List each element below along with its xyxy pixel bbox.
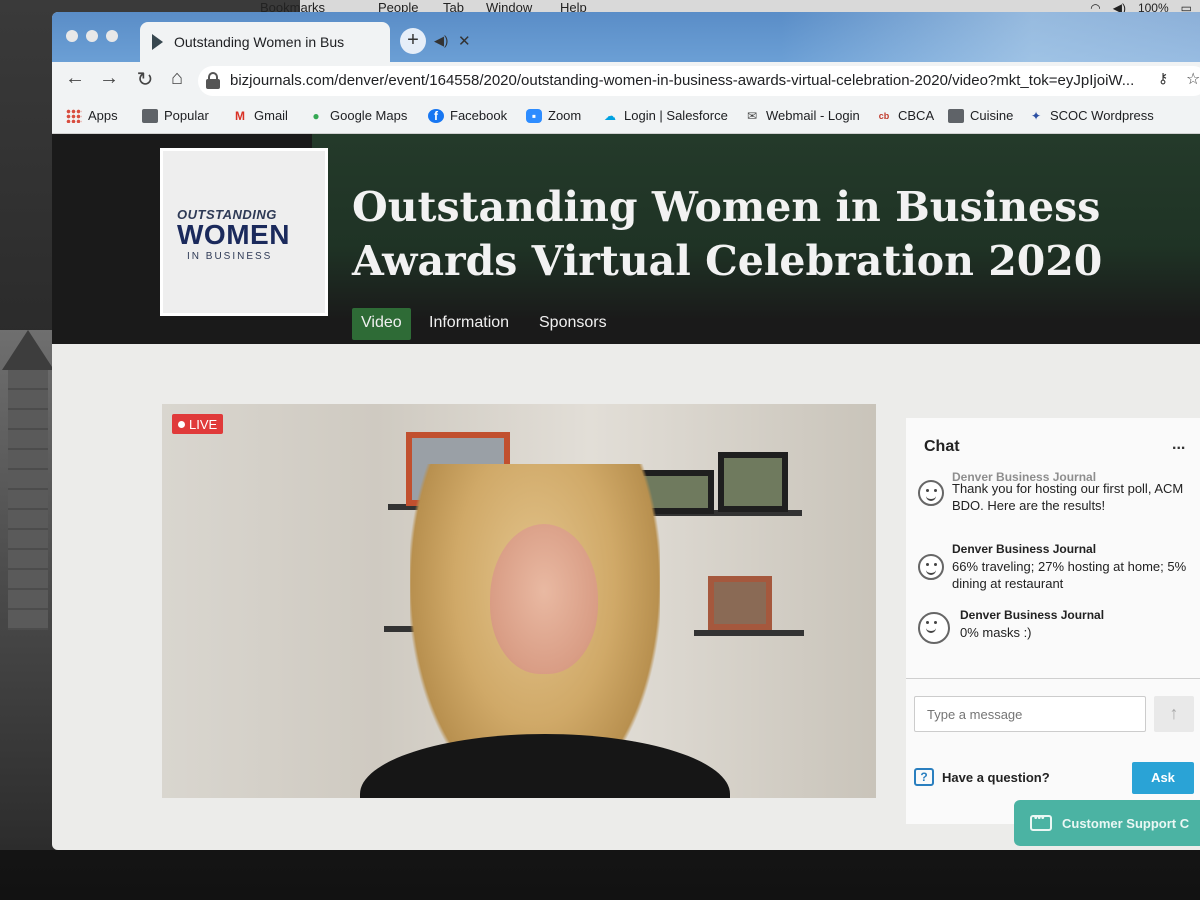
- bookmark-zoom[interactable]: ▪ Zoom: [526, 108, 581, 123]
- salesforce-cloud-icon: ☁: [604, 108, 616, 123]
- live-dot-icon: [178, 420, 185, 428]
- zoom-icon: ▪: [526, 108, 542, 123]
- browser-window: Outstanding Women in Bus ◀) ✕ + ← → ↻ ⌂ …: [52, 12, 1200, 850]
- facebook-icon: f: [428, 108, 444, 123]
- have-question-link[interactable]: ? Have a question?: [914, 768, 1050, 786]
- bookmark-apps[interactable]: Apps: [66, 108, 118, 123]
- chat-author: Denver Business Journal: [952, 542, 1097, 556]
- bookmark-popular[interactable]: Popular: [142, 108, 209, 123]
- bookmark-scoc-wordpress[interactable]: ✦ SCOC Wordpress: [1028, 108, 1154, 123]
- event-title: Outstanding Women in Business Awards Vir…: [352, 183, 1103, 285]
- bizjournals-favicon-icon: [152, 34, 163, 50]
- key-icon[interactable]: ⚷: [1158, 70, 1168, 87]
- address-bar-row: ← → ↻ ⌂ bizjournals.com/denver/event/164…: [52, 62, 1200, 100]
- chat-text: Thank you for hosting our first poll, AC…: [952, 481, 1184, 513]
- bookmark-label: CBCA: [898, 108, 935, 123]
- bookmark-webmail[interactable]: ✉ Webmail - Login: [744, 108, 860, 123]
- bookmark-cuisine[interactable]: Cuisine: [948, 108, 1013, 123]
- bookmark-label: Zoom: [548, 108, 582, 123]
- new-tab-button[interactable]: +: [400, 28, 426, 54]
- logo-line-3: IN BUSINESS: [187, 251, 273, 262]
- speaker-face: [490, 524, 598, 674]
- lock-icon-body: [206, 79, 220, 89]
- cbca-icon: cb: [878, 110, 890, 121]
- bookmark-gmail[interactable]: M Gmail: [232, 108, 288, 123]
- castle-roof-shape: [2, 330, 54, 370]
- bookmark-label: Cuisine: [970, 108, 1014, 123]
- chat-more-options-icon[interactable]: ...: [1172, 436, 1185, 454]
- nav-sponsors[interactable]: Sponsors: [530, 308, 616, 340]
- question-icon: ?: [914, 768, 934, 786]
- chat-text: 66% traveling; 27% hosting at home; 5% d…: [952, 559, 1187, 591]
- url-text[interactable]: bizjournals.com/denver/event/164558/2020…: [230, 72, 1135, 89]
- window-close-button[interactable]: [66, 30, 78, 42]
- bookmark-label: Facebook: [450, 108, 508, 123]
- forward-arrow-icon[interactable]: →: [96, 67, 122, 90]
- browser-tab-active[interactable]: Outstanding Women in Bus ◀) ✕: [140, 22, 471, 62]
- maps-pin-icon: ●: [312, 108, 320, 123]
- chat-message-input[interactable]: [914, 696, 1146, 732]
- bookmark-label: SCOC Wordpress: [1050, 108, 1154, 123]
- smiley-avatar-icon: [918, 554, 944, 580]
- chat-title: Chat: [924, 438, 960, 455]
- bookmarks-bar: Apps Popular M Gmail ● Google Maps f Fac…: [52, 100, 1200, 134]
- tab-audio-icon[interactable]: ◀): [434, 33, 448, 49]
- event-logo[interactable]: OUTSTANDING WOMEN IN BUSINESS: [160, 148, 328, 316]
- scoc-icon: ✦: [1030, 108, 1042, 123]
- tab-title: Outstanding Women in Bus: [174, 34, 344, 50]
- logo-line-2: WOMEN: [177, 219, 290, 250]
- theme-sky-decoration: [780, 12, 1200, 62]
- home-icon[interactable]: ⌂: [164, 67, 190, 90]
- folder-icon: [142, 108, 158, 123]
- shelf: [694, 630, 804, 636]
- chat-author: Denver Business Journal: [960, 608, 1105, 622]
- chat-text: 0% masks :): [960, 625, 1032, 640]
- folder-icon: [948, 108, 964, 123]
- bookmark-label: Apps: [88, 108, 118, 123]
- back-arrow-icon[interactable]: ←: [62, 67, 88, 90]
- bookmark-label: Webmail - Login: [766, 108, 860, 123]
- ask-button[interactable]: Ask: [1132, 762, 1194, 794]
- bookmark-cbca[interactable]: cb CBCA: [876, 108, 934, 123]
- send-arrow-button[interactable]: ↑: [1154, 696, 1194, 732]
- tab-close-icon[interactable]: ✕: [458, 32, 471, 50]
- window-minimize-button[interactable]: [86, 30, 98, 42]
- bookmark-label: Gmail: [254, 108, 288, 123]
- bookmark-label: Login | Salesforce: [624, 108, 728, 123]
- bookmark-google-maps[interactable]: ● Google Maps: [308, 108, 407, 123]
- chat-divider: [906, 678, 1200, 679]
- envelope-icon: ✉: [746, 108, 758, 123]
- nav-video[interactable]: Video: [352, 308, 411, 340]
- chat-panel: Chat ... Denver Business Journal Thank y…: [906, 418, 1200, 824]
- window-zoom-button[interactable]: [106, 30, 118, 42]
- live-video-player[interactable]: LIVE: [162, 404, 876, 798]
- gmail-icon: M: [235, 108, 245, 123]
- castle-tower-shape: [8, 370, 48, 630]
- photo-frame-dark: [718, 452, 788, 512]
- question-label: Have a question?: [942, 769, 1050, 785]
- live-label: LIVE: [189, 416, 218, 432]
- smiley-avatar-icon: [918, 612, 950, 644]
- photo-frame-brown: [708, 576, 772, 630]
- url-field[interactable]: bizjournals.com/denver/event/164558/2020…: [198, 66, 1200, 96]
- bookmark-salesforce[interactable]: ☁ Login | Salesforce: [602, 108, 728, 123]
- support-label: Customer Support C: [1062, 815, 1190, 831]
- event-header: OUTSTANDING WOMEN IN BUSINESS Outstandin…: [52, 134, 1200, 320]
- chat-bubble-icon: [1030, 813, 1052, 831]
- apps-grid-icon: [66, 108, 82, 123]
- customer-support-button[interactable]: Customer Support C: [1014, 800, 1200, 846]
- bookmark-facebook[interactable]: f Facebook: [428, 108, 507, 123]
- live-badge: LIVE: [172, 414, 224, 434]
- bookmark-label: Google Maps: [330, 108, 408, 123]
- nav-information[interactable]: Information: [420, 308, 518, 340]
- smiley-avatar-icon: [918, 480, 944, 506]
- tab-strip: Outstanding Women in Bus ◀) ✕ +: [52, 12, 1200, 62]
- event-page: OUTSTANDING WOMEN IN BUSINESS Outstandin…: [52, 134, 1200, 850]
- bookmark-label: Popular: [164, 108, 209, 123]
- reload-icon[interactable]: ↻: [132, 67, 158, 92]
- bookmark-star-icon[interactable]: ☆: [1186, 69, 1200, 89]
